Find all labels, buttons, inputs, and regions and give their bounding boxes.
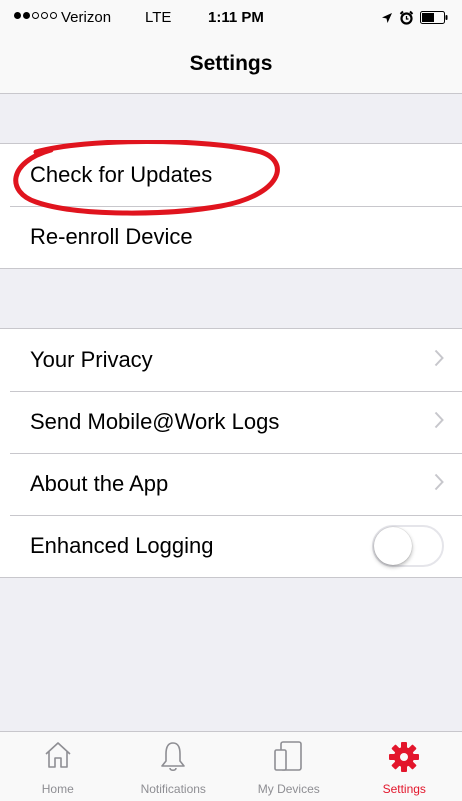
enhanced-logging-toggle[interactable]	[372, 525, 444, 567]
row-label: About the App	[30, 471, 169, 496]
devices-icon	[272, 740, 306, 777]
chevron-right-icon	[434, 409, 444, 435]
signal-strength-icon	[14, 12, 57, 19]
page-title: Settings	[189, 52, 273, 75]
chevron-right-icon	[434, 347, 444, 373]
carrier-name: Verizon	[61, 9, 112, 26]
settings-group-actions: Check for Updates Re-enroll Device	[0, 143, 462, 269]
status-bar: Verizon LTE 1:11 PM	[0, 0, 462, 38]
row-label: Your Privacy	[30, 347, 153, 372]
battery-icon	[420, 11, 448, 24]
location-arrow-icon	[381, 12, 393, 24]
chevron-right-icon	[434, 471, 444, 497]
alarm-clock-icon	[399, 10, 414, 25]
tab-notifications[interactable]: Notifications	[116, 732, 232, 801]
tab-my-devices[interactable]: My Devices	[231, 732, 347, 801]
settings-group-info: Your Privacy Send Mobile@Work Logs About…	[0, 328, 462, 578]
row-label: Send Mobile@Work Logs	[30, 409, 280, 434]
toggle-knob	[374, 527, 412, 565]
tab-label: My Devices	[257, 782, 320, 796]
your-privacy-row[interactable]: Your Privacy	[0, 329, 462, 391]
status-time: 1:11 PM	[208, 9, 264, 26]
tab-settings[interactable]: Settings	[347, 732, 462, 801]
gear-icon	[387, 740, 421, 777]
row-label: Check for Updates	[30, 162, 213, 187]
navigation-bar: Settings	[0, 38, 462, 94]
send-logs-row[interactable]: Send Mobile@Work Logs	[0, 391, 462, 453]
network-type: LTE	[145, 9, 172, 26]
tab-label: Notifications	[140, 782, 206, 796]
tab-bar: Home Notifications My Devices Settings	[0, 731, 462, 801]
tab-home[interactable]: Home	[0, 732, 116, 801]
settings-screen: Verizon LTE 1:11 PM Settings Check for U…	[0, 0, 462, 801]
tab-label: Home	[41, 782, 74, 796]
tab-label: Settings	[382, 782, 426, 796]
row-label: Enhanced Logging	[30, 533, 214, 558]
status-icons	[381, 10, 448, 25]
about-the-app-row[interactable]: About the App	[0, 453, 462, 515]
check-for-updates-row[interactable]: Check for Updates	[0, 144, 462, 206]
re-enroll-device-row[interactable]: Re-enroll Device	[0, 206, 462, 268]
row-label: Re-enroll Device	[30, 224, 193, 249]
home-icon	[43, 740, 73, 773]
bell-icon	[158, 740, 188, 775]
enhanced-logging-row: Enhanced Logging	[0, 515, 462, 577]
